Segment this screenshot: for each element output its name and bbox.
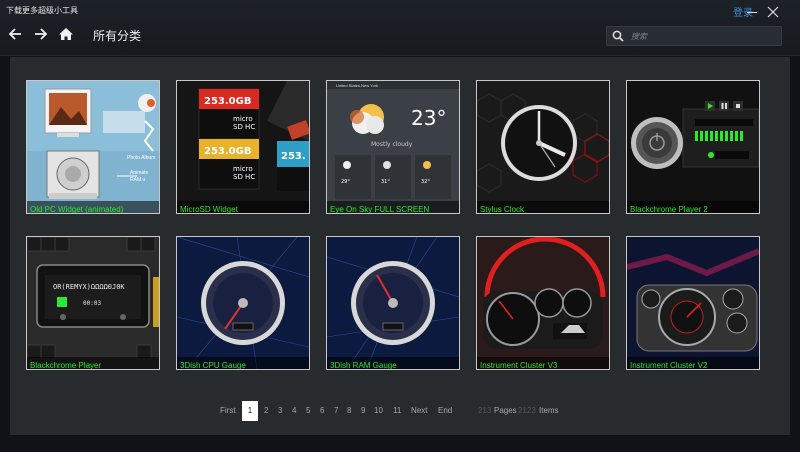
- item-count: 2123: [518, 406, 536, 415]
- footer-strip: [0, 435, 800, 452]
- gadget-card[interactable]: OR(REMYX)ΩΩΩΩ0J0K 00:03 Blackchrome Play…: [26, 236, 160, 370]
- svg-text:micro: micro: [233, 115, 253, 123]
- gadget-card[interactable]: 3Dish RAM Gauge: [326, 236, 460, 370]
- svg-text:SD HC: SD HC: [233, 173, 255, 181]
- gadget-thumbnail: [177, 237, 309, 369]
- pages-label: Pages: [494, 406, 517, 415]
- gadget-card[interactable]: Instrument Cluster V3: [476, 236, 610, 370]
- page-1[interactable]: 1: [242, 401, 258, 421]
- gadget-gallery: Photo Album Animate RAM u Old PC Widget …: [10, 57, 790, 435]
- thumb-text: United States,New York: [336, 83, 378, 88]
- home-icon: [59, 28, 73, 40]
- svg-text:micro: micro: [233, 165, 253, 173]
- pagination: First 1 2 3 4 5 6 7 8 9 10 11 Next End 2…: [0, 401, 800, 421]
- items-label: Items: [539, 406, 559, 415]
- gadget-thumbnail: Photo Album Animate RAM u: [27, 81, 159, 213]
- app-window: 下载更多超级小工具 登录 所有分类 搜索 Photo Album Animate…: [0, 0, 800, 452]
- thumb-text: 253.0GB: [204, 96, 251, 107]
- page-3[interactable]: 3: [278, 406, 282, 415]
- svg-text:00:03: 00:03: [83, 300, 101, 307]
- thumb-text: 31°: [381, 179, 390, 185]
- gadget-caption: 3Dish RAM Gauge: [330, 361, 397, 370]
- page-4[interactable]: 4: [292, 406, 296, 415]
- page-count: 213: [478, 406, 492, 415]
- thumb-text: 32°: [421, 179, 430, 185]
- gadget-thumbnail: OR(REMYX)ΩΩΩΩ0J0K 00:03: [27, 237, 159, 369]
- thumb-text: 29°: [341, 179, 350, 185]
- close-icon: [767, 6, 779, 18]
- gadget-caption: Old PC Widget (animated): [30, 205, 124, 214]
- page-11[interactable]: 11: [393, 406, 401, 415]
- gadget-thumbnail: [477, 237, 609, 369]
- svg-text:OR(REMYX)ΩΩΩΩ0J0K: OR(REMYX)ΩΩΩΩ0J0K: [53, 283, 125, 291]
- thumb-text: RAM u: [130, 177, 146, 183]
- minimize-button[interactable]: [745, 4, 759, 18]
- thumb-text: 253.0GB: [204, 146, 251, 157]
- page-first[interactable]: First: [220, 406, 236, 415]
- gadget-card[interactable]: Stylus Clock: [476, 80, 610, 214]
- gadget-caption: 3Dish CPU Gauge: [180, 361, 246, 370]
- gadget-caption: Instrument Cluster V2: [630, 361, 708, 370]
- header-bar: 下载更多超级小工具 登录 所有分类: [0, 0, 800, 56]
- search-box[interactable]: [606, 26, 782, 46]
- page-next[interactable]: Next: [411, 406, 427, 415]
- gadget-thumbnail: [327, 237, 459, 369]
- gadget-caption: Eye On Sky FULL SCREEN: [330, 205, 430, 214]
- gadget-caption: Blackchrome Player 2: [630, 205, 708, 214]
- gadget-caption: Stylus Clock: [480, 205, 525, 214]
- gadget-card[interactable]: Photo Album Animate RAM u Old PC Widget …: [26, 80, 160, 214]
- arrow-right-icon: [35, 28, 48, 40]
- page-6[interactable]: 6: [320, 406, 324, 415]
- gadget-caption: Instrument Cluster V3: [480, 361, 558, 370]
- gadget-thumbnail: 253.0GB micro SD HC 253.0GB micro SD HC …: [177, 81, 309, 213]
- svg-text:SD HC: SD HC: [233, 123, 255, 131]
- forward-button[interactable]: [32, 26, 50, 42]
- home-button[interactable]: [57, 26, 75, 42]
- thumb-text: Mostly cloudy: [371, 141, 413, 148]
- search-input[interactable]: [631, 28, 777, 44]
- window-title: 下载更多超级小工具: [6, 6, 78, 15]
- close-button[interactable]: [766, 4, 780, 18]
- gadget-caption: MicroSD Widget: [180, 205, 238, 214]
- page-2[interactable]: 2: [264, 406, 268, 415]
- thumb-text: 23°: [411, 106, 446, 130]
- thumb-text: 253.: [281, 151, 306, 162]
- gadget-card[interactable]: Instrument Cluster V2: [626, 236, 760, 370]
- page-9[interactable]: 9: [361, 406, 365, 415]
- gadget-card[interactable]: 253.0GB micro SD HC 253.0GB micro SD HC …: [176, 80, 310, 214]
- gadget-thumbnail: [627, 237, 759, 369]
- thumb-text: Animate: [130, 170, 149, 176]
- page-8[interactable]: 8: [347, 406, 351, 415]
- gadget-card[interactable]: Blackchrome Player 2: [626, 80, 760, 214]
- arrow-left-icon: [8, 28, 21, 40]
- gadget-thumbnail: [627, 81, 759, 213]
- gadget-thumbnail: [477, 81, 609, 213]
- page-5[interactable]: 5: [306, 406, 310, 415]
- gadget-card[interactable]: 3Dish CPU Gauge: [176, 236, 310, 370]
- thumb-text: Photo Album: [127, 155, 155, 161]
- gadget-caption: Blackchrome Player: [30, 361, 102, 370]
- page-10[interactable]: 10: [374, 406, 383, 415]
- gadget-thumbnail: United States,New York 23° Mostly cloudy…: [327, 81, 459, 213]
- page-end[interactable]: End: [438, 406, 452, 415]
- gadget-card[interactable]: United States,New York 23° Mostly cloudy…: [326, 80, 460, 214]
- search-icon: [612, 30, 624, 42]
- page-7[interactable]: 7: [334, 406, 338, 415]
- back-button[interactable]: [6, 26, 24, 42]
- page-title: 所有分类: [93, 29, 142, 43]
